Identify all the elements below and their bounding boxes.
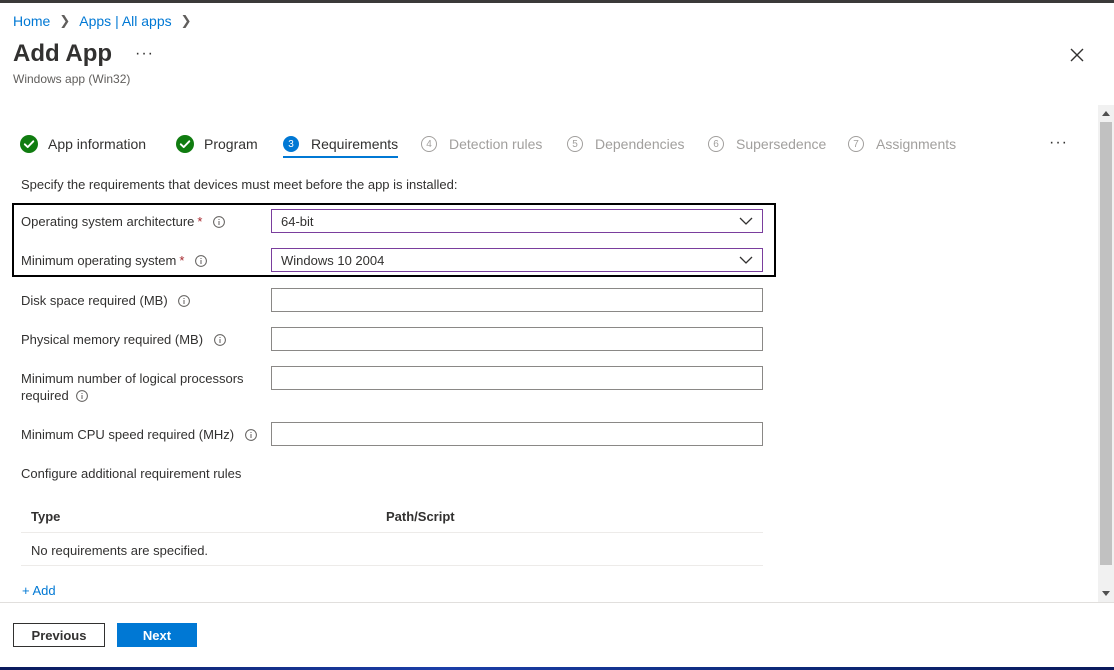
step-number-badge: 6 xyxy=(708,136,724,152)
info-icon[interactable] xyxy=(178,294,191,307)
step-number-badge: 4 xyxy=(421,136,437,152)
add-requirement-link[interactable]: + Add xyxy=(22,583,56,598)
scroll-down-arrow-icon[interactable] xyxy=(1098,586,1114,602)
tab-label: Dependencies xyxy=(595,136,685,152)
tab-label: Detection rules xyxy=(449,136,543,152)
disk-space-label: Disk space required (MB) xyxy=(21,292,191,309)
previous-button[interactable]: Previous xyxy=(13,623,105,647)
logical-processors-label: Minimum number of logical processors req… xyxy=(21,370,244,404)
top-bar xyxy=(0,0,1114,3)
info-icon[interactable] xyxy=(75,389,88,402)
cpu-speed-input[interactable] xyxy=(271,422,763,446)
table-row: No requirements are specified. xyxy=(21,533,763,566)
footer-bar: Previous Next xyxy=(0,602,1114,667)
info-icon[interactable] xyxy=(213,215,225,228)
dropdown-value: 64-bit xyxy=(281,213,314,229)
page-title: Add App xyxy=(13,40,113,67)
checkmark-circle-icon xyxy=(20,135,38,153)
tabs-overflow-button[interactable]: ··· xyxy=(1049,134,1068,152)
table-header: Type Path/Script xyxy=(21,500,763,533)
more-options-button[interactable]: ··· xyxy=(135,45,154,63)
label-text: Minimum operating system xyxy=(21,253,177,268)
scroll-up-arrow-icon[interactable] xyxy=(1098,105,1114,121)
requirements-intro: Specify the requirements that devices mu… xyxy=(21,177,458,192)
column-header-path-script[interactable]: Path/Script xyxy=(386,509,455,524)
vertical-scrollbar[interactable] xyxy=(1098,105,1114,602)
disk-space-input[interactable] xyxy=(271,288,763,312)
column-header-type[interactable]: Type xyxy=(31,509,60,524)
tab-label: App information xyxy=(48,136,147,152)
empty-table-message: No requirements are specified. xyxy=(31,543,209,558)
info-icon[interactable] xyxy=(244,428,257,441)
tab-dependencies[interactable]: 5 Dependencies xyxy=(567,133,685,155)
checkmark-circle-icon xyxy=(176,135,194,153)
min-os-dropdown[interactable]: Windows 10 2004 xyxy=(271,248,763,272)
dropdown-value: Windows 10 2004 xyxy=(281,252,385,268)
required-asterisk: * xyxy=(197,214,203,229)
logical-processors-input[interactable] xyxy=(271,366,763,390)
breadcrumb: Home ❯ Apps | All apps ❯ xyxy=(13,13,201,29)
step-number-badge: 3 xyxy=(283,136,299,152)
active-tab-indicator xyxy=(283,156,398,158)
tab-label: Assignments xyxy=(876,136,957,152)
tab-supersedence[interactable]: 6 Supersedence xyxy=(708,133,826,155)
label-text-line1: Minimum number of logical processors xyxy=(21,371,244,386)
close-icon xyxy=(1070,48,1084,62)
tab-label: Program xyxy=(204,136,258,152)
label-text: Operating system architecture xyxy=(21,214,195,229)
physical-memory-input[interactable] xyxy=(271,327,763,351)
page-subtitle: Windows app (Win32) xyxy=(13,72,131,86)
label-text-line2: required xyxy=(21,388,69,403)
tab-detection-rules[interactable]: 4 Detection rules xyxy=(421,133,542,155)
tab-requirements[interactable]: 3 Requirements xyxy=(283,133,398,155)
cpu-speed-label: Minimum CPU speed required (MHz) xyxy=(21,426,257,443)
close-button[interactable] xyxy=(1068,46,1086,64)
required-asterisk: * xyxy=(179,253,185,268)
scrollbar-thumb[interactable] xyxy=(1100,122,1112,565)
tab-program[interactable]: Program xyxy=(176,133,258,155)
tab-app-information[interactable]: App information xyxy=(20,133,146,155)
requirement-rules-table: Type Path/Script No requirements are spe… xyxy=(21,500,763,566)
min-os-label: Minimum operating system * xyxy=(21,252,207,269)
chevron-right-icon: ❯ xyxy=(59,13,71,28)
label-text: Physical memory required (MB) xyxy=(21,332,204,347)
label-text: Disk space required (MB) xyxy=(21,293,168,308)
tab-label: Requirements xyxy=(311,136,399,152)
info-icon[interactable] xyxy=(213,333,226,346)
os-architecture-dropdown[interactable]: 64-bit xyxy=(271,209,763,233)
physical-memory-label: Physical memory required (MB) xyxy=(21,331,226,348)
label-text: Minimum CPU speed required (MHz) xyxy=(21,427,235,442)
tab-assignments[interactable]: 7 Assignments xyxy=(848,133,956,155)
chevron-down-icon xyxy=(739,217,753,225)
chevron-right-icon: ❯ xyxy=(180,13,192,28)
step-number-badge: 7 xyxy=(848,136,864,152)
next-button[interactable]: Next xyxy=(117,623,197,647)
tab-label: Supersedence xyxy=(736,136,827,152)
breadcrumb-home[interactable]: Home xyxy=(13,13,50,29)
additional-rules-heading: Configure additional requirement rules xyxy=(21,466,242,481)
breadcrumb-apps[interactable]: Apps | All apps xyxy=(79,13,171,29)
step-number-badge: 5 xyxy=(567,136,583,152)
info-icon[interactable] xyxy=(195,254,207,267)
os-architecture-label: Operating system architecture * xyxy=(21,213,225,230)
chevron-down-icon xyxy=(739,256,753,264)
